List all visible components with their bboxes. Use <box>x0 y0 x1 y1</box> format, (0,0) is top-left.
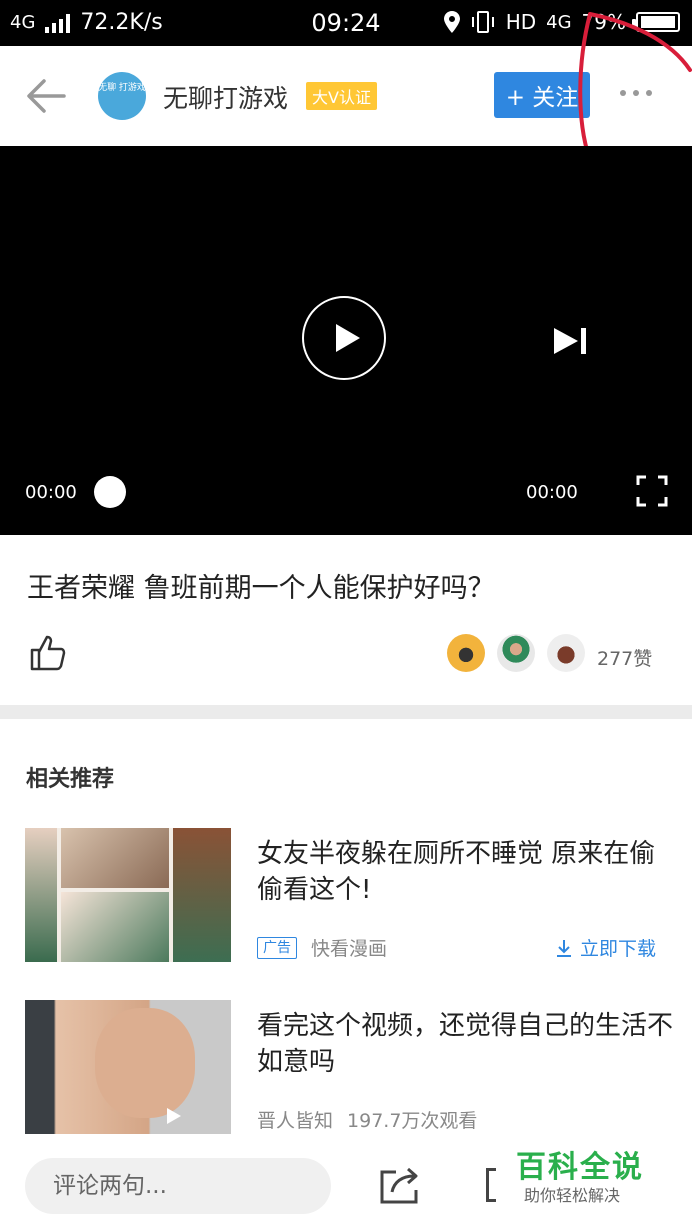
item-source: 晋人皆知 <box>257 1110 334 1132</box>
download-link[interactable]: 立即下载 <box>556 934 656 961</box>
verified-badge: 大V认证 <box>306 82 377 110</box>
current-time: 00:00 <box>25 482 77 503</box>
back-arrow-icon[interactable] <box>24 76 68 116</box>
fullscreen-icon[interactable] <box>636 475 668 507</box>
bottom-bar: 评论两句... 百科全说 助你轻松解决 <box>0 1140 692 1230</box>
item-title: 女友半夜躲在厕所不睡觉 原来在偷偷看这个! <box>257 839 656 905</box>
like-count: 277赞 <box>597 648 653 670</box>
avatar[interactable]: 无聊 打游戏 <box>98 72 146 120</box>
username[interactable]: 无聊打游戏 <box>163 79 288 115</box>
download-label: 立即下载 <box>580 938 657 960</box>
liker-avatar <box>547 634 585 672</box>
video-title: 王者荣耀 鲁班前期一个人能保护好吗？ <box>27 573 495 604</box>
top-bar: 无聊 打游戏 无聊打游戏 大V认证 + 关注 <box>0 46 692 146</box>
vibrate-icon <box>471 11 494 33</box>
play-icon <box>167 1108 181 1124</box>
more-menu-icon[interactable] <box>620 90 652 96</box>
avatar-text: 无聊 打游戏 <box>98 83 146 93</box>
watermark: 百科全说 助你轻松解决 <box>506 1140 666 1210</box>
watermark-brand: 百科全说 <box>516 1150 644 1185</box>
download-icon <box>557 939 571 957</box>
item-views: 197.7万次观看 <box>347 1110 478 1132</box>
liker-avatar <box>497 634 535 672</box>
thumbs-up-icon[interactable] <box>28 634 66 672</box>
hd-label: HD <box>505 10 537 34</box>
video-player[interactable]: 00:00 00:00 <box>0 146 692 535</box>
comic-thumbnail <box>25 828 231 962</box>
list-item[interactable]: 看完这个视频，还觉得自己的生活不如意吗 晋人皆知 197.7万次观看 <box>0 998 692 1138</box>
item-title: 看完这个视频，还觉得自己的生活不如意吗 <box>257 1011 674 1077</box>
status-bar: 4G 72.2K/s 09:24 HD 4G 79% <box>0 0 692 46</box>
follow-button[interactable]: + 关注 <box>494 72 590 118</box>
play-button[interactable] <box>302 296 386 380</box>
network2-label: 4G <box>546 11 572 33</box>
collect-icon[interactable] <box>486 1168 496 1202</box>
comment-input[interactable]: 评论两句... <box>25 1158 331 1214</box>
seek-knob[interactable] <box>94 476 126 508</box>
liker-avatars <box>447 634 585 672</box>
ad-badge: 广告 <box>257 936 297 959</box>
battery-level: 79% <box>581 10 626 34</box>
item-meta: 晋人皆知 197.7万次观看 <box>257 1106 477 1133</box>
battery-icon <box>632 12 680 32</box>
liker-avatar <box>447 634 485 672</box>
share-icon[interactable] <box>378 1164 424 1204</box>
list-item[interactable]: 女友半夜躲在厕所不睡觉 原来在偷偷看这个! 广告 快看漫画 立即下载 <box>0 826 692 966</box>
play-icon <box>336 324 360 352</box>
next-icon[interactable] <box>552 326 588 356</box>
duration: 00:00 <box>526 482 578 503</box>
video-thumbnail <box>25 1000 231 1134</box>
watermark-sub: 助你轻松解决 <box>524 1186 621 1205</box>
item-source: 快看漫画 <box>311 938 388 960</box>
location-icon <box>443 11 460 33</box>
item-meta: 广告 快看漫画 <box>257 934 387 961</box>
section-divider <box>0 705 692 719</box>
related-heading: 相关推荐 <box>26 767 115 792</box>
